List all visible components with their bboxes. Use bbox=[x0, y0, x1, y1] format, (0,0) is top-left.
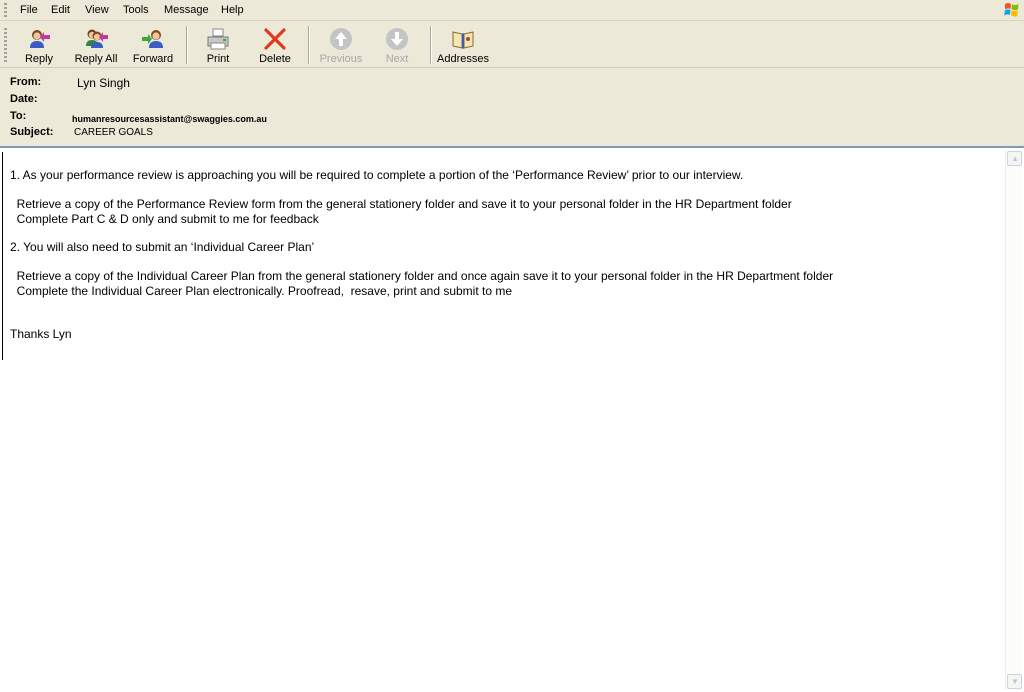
vertical-scrollbar[interactable]: ▲ ▼ bbox=[1005, 150, 1022, 690]
subject-value: CAREER GOALS bbox=[74, 127, 153, 138]
address-book-icon bbox=[452, 31, 474, 49]
delete-label: Delete bbox=[259, 53, 291, 65]
body-line: 1. As your performance review is approac… bbox=[10, 168, 744, 182]
toolbar-separator bbox=[308, 26, 310, 64]
reply-label: Reply bbox=[24, 53, 54, 65]
chevron-up-icon: ▲ bbox=[1011, 154, 1019, 163]
date-label: Date: bbox=[10, 93, 38, 105]
menu-message[interactable]: Message bbox=[161, 3, 212, 18]
next-label: Next bbox=[385, 53, 409, 65]
toolbar-separator bbox=[186, 26, 188, 64]
forward-button[interactable]: Forward bbox=[130, 24, 176, 66]
message-header: From: Lyn Singh Date: To: humanresources… bbox=[0, 69, 1024, 145]
menu-grip[interactable] bbox=[4, 3, 7, 18]
menu-view[interactable]: View bbox=[82, 3, 112, 18]
menu-edit[interactable]: Edit bbox=[48, 3, 73, 18]
menu-bar: File Edit View Tools Message Help bbox=[0, 0, 1024, 21]
from-label: From: bbox=[10, 76, 42, 88]
to-label: To: bbox=[10, 110, 27, 122]
delete-button[interactable]: Delete bbox=[253, 24, 297, 66]
body-line: Complete the Individual Career Plan elec… bbox=[10, 284, 513, 298]
subject-label: Subject: bbox=[10, 126, 54, 138]
to-value: humanresourcesassistant@swaggies.com.au bbox=[72, 114, 267, 124]
print-button[interactable]: Print bbox=[198, 24, 238, 66]
body-line: 2. You will also need to submit an ‘Indi… bbox=[10, 240, 315, 254]
toolbar-separator bbox=[430, 26, 432, 64]
forward-icon bbox=[142, 30, 163, 48]
from-value: Lyn Singh bbox=[77, 76, 130, 90]
reply-all-button[interactable]: Reply All bbox=[72, 24, 120, 66]
toolbar-grip[interactable] bbox=[4, 28, 7, 62]
reply-all-icon bbox=[86, 29, 108, 48]
body-line: Retrieve a copy of the Individual Career… bbox=[10, 269, 834, 283]
arrow-down-icon bbox=[386, 28, 408, 50]
toolbar: Reply Reply All Forward Print Delete Pre… bbox=[0, 22, 1024, 68]
body-line: Retrieve a copy of the Performance Revie… bbox=[10, 197, 792, 211]
printer-icon bbox=[207, 28, 229, 50]
windows-logo-icon bbox=[1004, 3, 1019, 17]
reply-button[interactable]: Reply bbox=[18, 24, 60, 66]
addresses-button[interactable]: Addresses bbox=[436, 24, 490, 66]
mail-window: File Edit View Tools Message Help Reply bbox=[0, 0, 1024, 692]
arrow-up-icon bbox=[330, 28, 352, 50]
menu-file[interactable]: File bbox=[17, 3, 41, 18]
menu-tools[interactable]: Tools bbox=[120, 3, 152, 18]
text-caret bbox=[2, 152, 3, 360]
addresses-label: Addresses bbox=[437, 53, 489, 65]
scroll-up-button[interactable]: ▲ bbox=[1007, 151, 1022, 166]
signoff: Thanks Lyn bbox=[10, 327, 72, 341]
chevron-down-icon: ▼ bbox=[1011, 677, 1019, 686]
forward-label: Forward bbox=[132, 53, 174, 65]
message-body[interactable]: 1. As your performance review is approac… bbox=[0, 146, 1024, 692]
scroll-down-button[interactable]: ▼ bbox=[1007, 674, 1022, 689]
reply-icon bbox=[30, 30, 50, 48]
reply-all-label: Reply All bbox=[74, 53, 118, 65]
previous-button[interactable]: Previous bbox=[316, 24, 366, 66]
print-label: Print bbox=[206, 53, 230, 65]
delete-x-icon bbox=[264, 28, 286, 50]
previous-label: Previous bbox=[319, 53, 363, 65]
menu-help[interactable]: Help bbox=[218, 3, 247, 18]
next-button[interactable]: Next bbox=[376, 24, 418, 66]
body-line: Complete Part C & D only and submit to m… bbox=[10, 212, 319, 226]
